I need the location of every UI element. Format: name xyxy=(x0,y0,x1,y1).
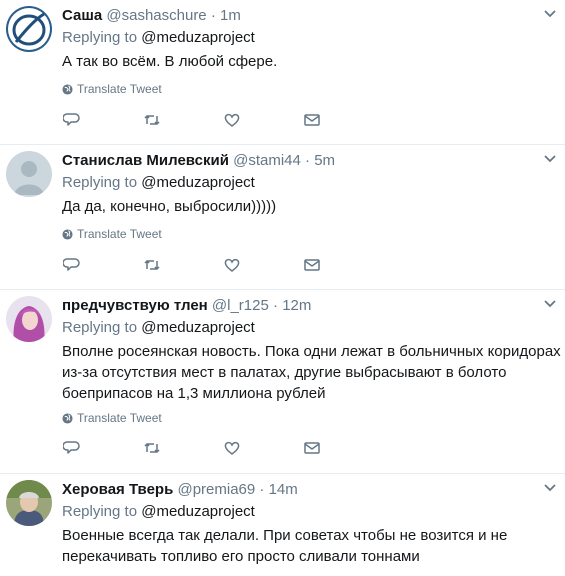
timestamp[interactable]: 14m xyxy=(269,481,298,498)
like-button[interactable] xyxy=(222,110,242,130)
separator-dot: · xyxy=(305,152,311,169)
author-name[interactable]: предчувствую тлен xyxy=(62,297,208,314)
replying-to-label: Replying to xyxy=(62,29,138,46)
like-button[interactable] xyxy=(222,438,242,458)
author-handle[interactable]: @l_r125 xyxy=(212,297,269,314)
author-name[interactable]: Саша xyxy=(62,7,102,24)
reply-button[interactable] xyxy=(62,110,82,130)
heart-icon xyxy=(224,113,240,127)
translate-tweet-link[interactable]: Translate Tweet xyxy=(62,226,561,242)
envelope-icon xyxy=(304,259,320,271)
direct-message-button[interactable] xyxy=(302,255,322,275)
author-name[interactable]: Херовая Тверь xyxy=(62,481,173,498)
default-avatar-icon xyxy=(6,151,52,197)
tweet[interactable]: Станислав Милевский @stami44 · 5m Replyi… xyxy=(0,145,565,290)
direct-message-button[interactable] xyxy=(302,438,322,458)
translate-label: Translate Tweet xyxy=(77,82,162,96)
tweet-text: Вполне росеянская новость. Пока одни леж… xyxy=(62,343,561,402)
timestamp[interactable]: 12m xyxy=(282,297,311,314)
envelope-icon xyxy=(304,114,320,126)
translate-tweet-link[interactable]: Translate Tweet xyxy=(62,81,561,97)
replying-to-label: Replying to xyxy=(62,319,138,336)
avatar[interactable] xyxy=(6,151,52,197)
reply-icon xyxy=(63,258,80,271)
globe-icon xyxy=(62,83,73,95)
reply-mention[interactable]: @meduzaproject xyxy=(141,29,255,46)
translate-label: Translate Tweet xyxy=(77,411,162,425)
author-name[interactable]: Станислав Милевский xyxy=(62,152,229,169)
replying-to-label: Replying to xyxy=(62,503,138,520)
avatar[interactable] xyxy=(6,480,52,526)
tweet-actions xyxy=(62,255,332,275)
author-handle[interactable]: @sashaschure xyxy=(106,7,206,24)
retweet-button[interactable] xyxy=(142,255,162,275)
reply-button[interactable] xyxy=(62,438,82,458)
separator-dot: · xyxy=(210,7,216,24)
tweet[interactable]: Саша @sashaschure · 1m Replying to @medu… xyxy=(0,0,565,145)
tweet-text: Военные всегда так делали. При советах ч… xyxy=(62,527,508,565)
separator-dot: · xyxy=(259,481,265,498)
reply-mention[interactable]: @meduzaproject xyxy=(141,319,255,336)
retweet-icon xyxy=(144,260,160,270)
like-button[interactable] xyxy=(222,255,242,275)
chevron-down-icon[interactable] xyxy=(543,8,557,18)
heart-icon xyxy=(224,441,240,455)
direct-message-button[interactable] xyxy=(302,110,322,130)
avatar-logo-icon xyxy=(6,6,52,52)
tweet-text: Да да, конечно, выбросили))))) xyxy=(62,198,277,215)
retweet-icon xyxy=(144,115,160,125)
tweet-actions xyxy=(62,110,332,130)
timestamp[interactable]: 1m xyxy=(220,7,241,24)
tweet[interactable]: Херовая Тверь @premia69 · 14m Replying t… xyxy=(0,474,565,576)
chevron-down-icon[interactable] xyxy=(543,298,557,308)
globe-icon xyxy=(62,412,73,424)
author-handle[interactable]: @premia69 xyxy=(177,481,255,498)
envelope-icon xyxy=(304,442,320,454)
retweet-button[interactable] xyxy=(142,438,162,458)
translate-label: Translate Tweet xyxy=(77,227,162,241)
reply-icon xyxy=(63,441,80,454)
globe-icon xyxy=(62,228,73,240)
avatar[interactable] xyxy=(6,296,52,342)
reply-mention[interactable]: @meduzaproject xyxy=(141,174,255,191)
chevron-down-icon[interactable] xyxy=(543,153,557,163)
reply-icon xyxy=(63,113,80,126)
avatar[interactable] xyxy=(6,6,52,52)
heart-icon xyxy=(224,258,240,272)
separator-dot: · xyxy=(273,297,279,314)
timestamp[interactable]: 5m xyxy=(314,152,335,169)
author-handle[interactable]: @stami44 xyxy=(233,152,301,169)
profile-photo-icon xyxy=(6,480,52,526)
retweet-button[interactable] xyxy=(142,110,162,130)
tweet-actions xyxy=(62,438,332,458)
replying-to-label: Replying to xyxy=(62,174,138,191)
chevron-down-icon[interactable] xyxy=(543,482,557,492)
profile-photo-icon xyxy=(6,296,52,342)
reply-mention[interactable]: @meduzaproject xyxy=(141,503,255,520)
tweet[interactable]: предчувствую тлен @l_r125 · 12m Replying… xyxy=(0,290,565,474)
translate-tweet-link[interactable]: Translate Tweet xyxy=(62,410,561,426)
reply-button[interactable] xyxy=(62,255,82,275)
retweet-icon xyxy=(144,443,160,453)
tweet-text: А так во всём. В любой сфере. xyxy=(62,53,278,70)
